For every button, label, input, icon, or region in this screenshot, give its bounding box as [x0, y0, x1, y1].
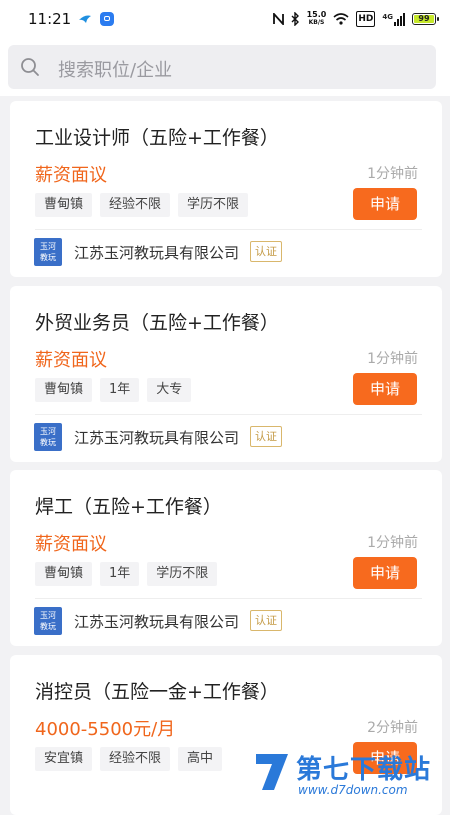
app-notification-icon: [79, 15, 91, 23]
company-name[interactable]: 江苏玉河教玩具有限公司: [74, 427, 239, 448]
tag-location: 曹甸镇: [35, 562, 93, 586]
post-time: 2分钟前: [367, 720, 418, 736]
status-time: 11:21: [28, 10, 72, 28]
tag-location: 曹甸镇: [35, 378, 93, 402]
company-logo: 玉河 教玩: [34, 423, 62, 451]
company-logo-line: 教玩: [40, 622, 56, 631]
job-tags: 曹甸镇 1年 大专: [35, 378, 192, 402]
job-salary: 薪资面议: [35, 534, 107, 555]
search-area: 搜索职位/企业: [0, 38, 450, 96]
search-input[interactable]: 搜索职位/企业: [8, 45, 436, 89]
cell-signal-label: 4G: [382, 12, 393, 21]
company-logo: 玉河 教玩: [34, 238, 62, 266]
job-title: 焊工（五险+工作餐）: [35, 496, 222, 518]
wifi-icon: [333, 13, 349, 25]
apply-button[interactable]: 申请: [353, 557, 417, 589]
company-logo: 玉河 教玩: [34, 607, 62, 635]
company-name[interactable]: 江苏玉河教玩具有限公司: [74, 611, 239, 632]
tag-experience: 经验不限: [100, 193, 171, 217]
watermark: 第七下载站 www.d7down.com: [252, 745, 450, 800]
message-notification-icon: [100, 12, 114, 26]
job-salary: 4000-5500元/月: [35, 719, 176, 740]
watermark-logo-icon: [256, 754, 288, 790]
post-time: 1分钟前: [367, 351, 418, 367]
network-speed: 15.0 KB/S: [307, 11, 327, 27]
tag-experience: 1年: [100, 562, 140, 586]
post-time: 1分钟前: [367, 166, 418, 182]
verified-badge: 认证: [250, 426, 282, 447]
tag-education: 学历不限: [178, 193, 249, 217]
job-salary: 薪资面议: [35, 350, 107, 371]
divider: [35, 414, 422, 415]
tag-experience: 1年: [100, 378, 140, 402]
apply-button[interactable]: 申请: [353, 188, 417, 220]
verified-badge: 认证: [250, 610, 282, 631]
company-logo-line: 玉河: [40, 242, 56, 251]
job-tags: 曹甸镇 1年 学历不限: [35, 562, 218, 586]
job-tags: 曹甸镇 经验不限 学历不限: [35, 193, 249, 217]
company-logo-line: 玉河: [40, 427, 56, 436]
tag-education: 高中: [178, 747, 223, 771]
status-icons: 15.0 KB/S HD 4G 99: [272, 9, 439, 29]
job-card[interactable]: 工业设计师（五险+工作餐） 薪资面议 1分钟前 曹甸镇 经验不限 学历不限 申请…: [10, 101, 442, 277]
tag-experience: 经验不限: [100, 747, 171, 771]
tag-education: 学历不限: [147, 562, 218, 586]
status-bar: 11:21 15.0 KB/S HD 4G 99: [0, 0, 450, 38]
divider: [35, 598, 422, 599]
apply-button[interactable]: 申请: [353, 373, 417, 405]
job-card[interactable]: 外贸业务员（五险+工作餐） 薪资面议 1分钟前 曹甸镇 1年 大专 申请 玉河 …: [10, 286, 442, 462]
tag-education: 大专: [147, 378, 192, 402]
company-logo-line: 教玩: [40, 253, 56, 262]
company-name[interactable]: 江苏玉河教玩具有限公司: [74, 242, 239, 263]
cell-signal-icon: 4G: [382, 12, 405, 26]
watermark-title: 第七下载站: [296, 755, 432, 785]
job-salary: 薪资面议: [35, 165, 107, 186]
tag-location: 安宜镇: [35, 747, 93, 771]
search-placeholder: 搜索职位/企业: [58, 60, 173, 81]
post-time: 1分钟前: [367, 535, 418, 551]
job-title: 工业设计师（五险+工作餐）: [35, 127, 279, 149]
watermark-url: www.d7down.com: [298, 783, 408, 797]
job-title: 消控员（五险一金+工作餐）: [35, 681, 279, 703]
divider: [35, 229, 422, 230]
company-logo-line: 教玩: [40, 438, 56, 447]
network-speed-value: 15.0: [306, 10, 327, 19]
search-icon: [21, 58, 39, 76]
network-speed-unit: KB/S: [308, 19, 325, 26]
job-title: 外贸业务员（五险+工作餐）: [35, 312, 279, 334]
bluetooth-icon: [291, 12, 299, 26]
nfc-icon: [272, 13, 284, 25]
battery-icon: 99: [412, 13, 439, 25]
hd-icon: HD: [356, 11, 376, 27]
battery-level: 99: [418, 14, 430, 23]
tag-location: 曹甸镇: [35, 193, 93, 217]
verified-badge: 认证: [250, 241, 282, 262]
job-card[interactable]: 焊工（五险+工作餐） 薪资面议 1分钟前 曹甸镇 1年 学历不限 申请 玉河 教…: [10, 470, 442, 646]
company-logo-line: 玉河: [40, 611, 56, 620]
job-tags: 安宜镇 经验不限 高中: [35, 747, 223, 771]
